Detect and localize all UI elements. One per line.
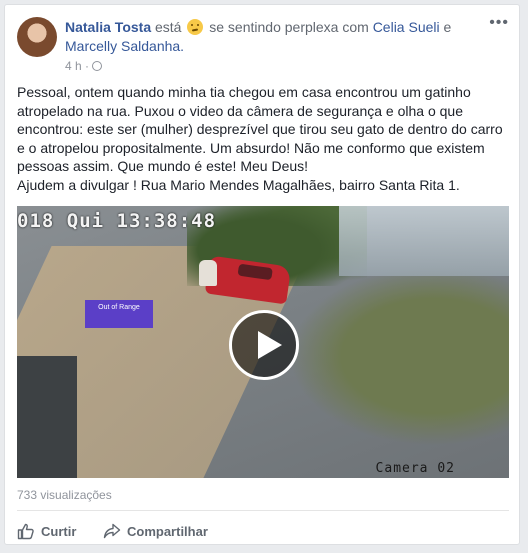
conjunction: e bbox=[443, 19, 452, 35]
share-arrow-icon bbox=[103, 523, 121, 539]
post-paragraph: Ajudem a divulgar ! Rua Mario Mendes Mag… bbox=[17, 176, 460, 193]
globe-icon[interactable] bbox=[92, 61, 103, 71]
post-meta: 4 h · bbox=[65, 59, 103, 73]
divider bbox=[17, 510, 509, 511]
video-frame-person bbox=[199, 260, 217, 286]
thumbs-up-icon bbox=[17, 523, 34, 540]
tagged-user-marcelly[interactable]: Marcelly Saldanha. bbox=[65, 38, 184, 54]
tagged-user-celia[interactable]: Celia Sueli bbox=[373, 19, 440, 35]
camera-label: Camera 02 bbox=[375, 461, 455, 476]
like-button[interactable]: Curtir bbox=[17, 522, 76, 541]
post-time[interactable]: 4 h · bbox=[65, 59, 89, 73]
author-avatar[interactable] bbox=[17, 17, 57, 57]
play-icon[interactable] bbox=[229, 310, 299, 380]
post-card: Natalia Tosta está se sentindo perplexa … bbox=[4, 4, 520, 545]
confused-face-icon bbox=[187, 19, 204, 35]
video-player[interactable]: 018 Qui 13:38:48 Out of Range Camera 02 bbox=[17, 206, 509, 478]
post-paragraph: Pessoal, ontem quando minha tia chegou e… bbox=[17, 84, 503, 174]
more-options-icon[interactable]: ••• bbox=[489, 15, 509, 31]
video-frame-shadow bbox=[17, 356, 77, 478]
like-label: Curtir bbox=[41, 524, 77, 539]
status-verb: está bbox=[155, 19, 182, 35]
view-count: 733 visualizações bbox=[17, 488, 112, 502]
feeling-text: se sentindo perplexa com bbox=[209, 19, 369, 35]
share-label: Compartilhar bbox=[127, 524, 208, 539]
post-body: Pessoal, ontem quando minha tia chegou e… bbox=[17, 83, 512, 194]
video-frame-grass bbox=[289, 266, 509, 446]
post-header: Natalia Tosta está se sentindo perplexa … bbox=[65, 18, 485, 56]
video-frame-buildings bbox=[339, 206, 509, 276]
share-button[interactable]: Compartilhar bbox=[103, 522, 208, 541]
video-timestamp: 018 Qui 13:38:48 bbox=[17, 210, 217, 232]
author-name[interactable]: Natalia Tosta bbox=[65, 19, 151, 35]
out-of-range-box: Out of Range bbox=[85, 300, 153, 328]
